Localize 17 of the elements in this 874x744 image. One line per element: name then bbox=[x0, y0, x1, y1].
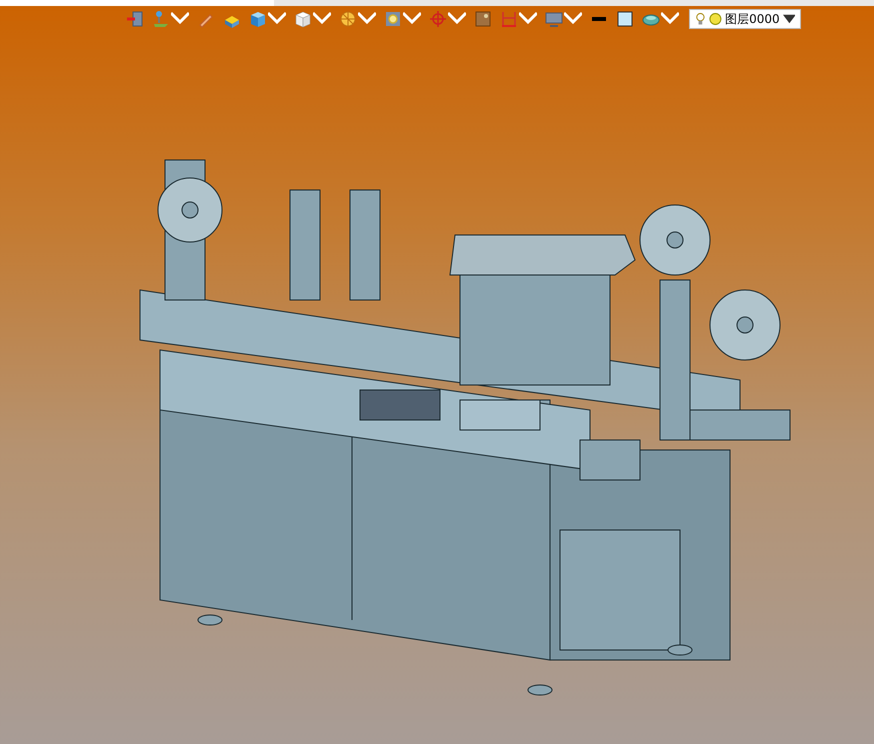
outline-cube-icon bbox=[294, 10, 312, 28]
frame-icon bbox=[474, 10, 492, 28]
exit-icon bbox=[126, 10, 144, 28]
crosshair-icon bbox=[428, 10, 446, 28]
fill-icon bbox=[616, 10, 634, 28]
layer-dropdown[interactable]: 图层0000 bbox=[688, 9, 800, 29]
zoom-icon bbox=[384, 10, 402, 28]
pin-icon bbox=[152, 10, 170, 28]
ruler-icon bbox=[500, 10, 518, 28]
sun-icon bbox=[709, 12, 722, 26]
solid-cube-icon bbox=[248, 10, 266, 28]
layer-name: 图层0000 bbox=[725, 10, 780, 28]
monitor-icon bbox=[544, 10, 562, 28]
light-bulb-icon bbox=[694, 12, 706, 26]
caret-icon[interactable] bbox=[782, 12, 796, 26]
toolbar-button[interactable] bbox=[542, 9, 584, 29]
section-icon bbox=[338, 10, 356, 28]
